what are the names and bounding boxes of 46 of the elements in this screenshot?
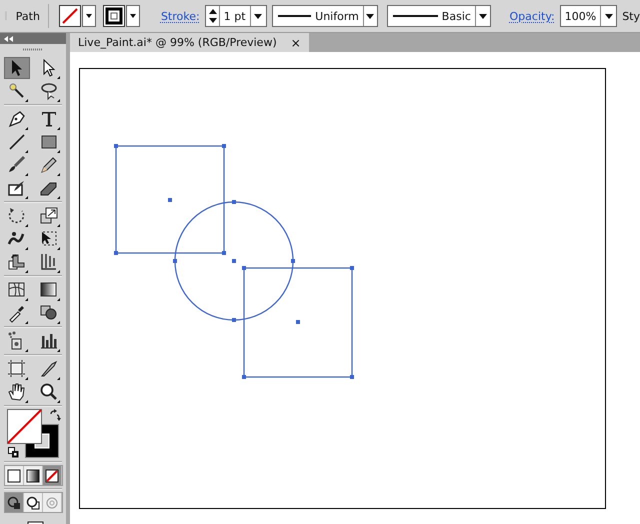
- gradient-swatch-icon: [24, 468, 40, 484]
- draw-normal-icon: [6, 494, 22, 510]
- close-tab-button[interactable]: ×: [290, 36, 301, 50]
- square-shape[interactable]: [114, 144, 226, 255]
- fill-none-swatch-icon[interactable]: [7, 409, 42, 444]
- rotate-icon: [6, 205, 28, 227]
- brush-dropdown[interactable]: Basic: [386, 5, 491, 27]
- fill-swatch-icon[interactable]: [58, 5, 81, 27]
- draw-behind-button[interactable]: [24, 493, 42, 512]
- caret-icon[interactable]: [126, 5, 140, 27]
- caret-icon[interactable]: [366, 14, 374, 18]
- stroke-weight-field[interactable]: 1 pt: [204, 5, 267, 27]
- grip-icon[interactable]: [23, 48, 43, 51]
- width-profile-dropdown[interactable]: Uniform: [272, 5, 378, 27]
- caret-icon[interactable]: [254, 14, 262, 18]
- color-mode-button[interactable]: [4, 466, 24, 485]
- slice-icon: [38, 358, 60, 380]
- default-colors-icon[interactable]: [8, 447, 19, 458]
- swap-arrows-icon[interactable]: [49, 409, 61, 421]
- none-mode-button[interactable]: [42, 466, 62, 485]
- selection-tool[interactable]: [4, 57, 30, 79]
- artboard-icon: [6, 358, 28, 380]
- stroke-link[interactable]: Stroke:: [160, 10, 200, 22]
- opacity-field[interactable]: 100%: [560, 5, 618, 27]
- draw-normal-button[interactable]: [4, 493, 24, 512]
- hand-icon: [6, 381, 28, 403]
- style-label: Sty: [622, 10, 640, 22]
- zoom-icon: [38, 381, 60, 403]
- gradient-mode-button[interactable]: [24, 466, 42, 485]
- color-swatch-icon: [6, 468, 22, 484]
- opacity-link[interactable]: Opacity:: [510, 10, 555, 22]
- square-shape[interactable]: [242, 266, 354, 379]
- paintbrush-icon: [6, 154, 28, 176]
- stroke-swatch-icon[interactable]: [102, 5, 125, 27]
- document-tab[interactable]: Live_Paint.ai* @ 99% (RGB/Preview) ×: [70, 33, 309, 52]
- circle-shape[interactable]: [173, 200, 295, 322]
- none-swatch-icon: [44, 468, 60, 484]
- selection-label: Path: [16, 10, 41, 22]
- caret-icon[interactable]: [478, 14, 487, 18]
- collapse-icon[interactable]: [4, 36, 13, 42]
- symbol-sprayer-icon: [6, 330, 28, 352]
- caret-icon[interactable]: [604, 14, 613, 18]
- caret-icon[interactable]: [82, 5, 96, 27]
- scale-icon: [38, 205, 60, 227]
- draw-behind-icon: [24, 494, 40, 510]
- draw-inside-icon: [44, 494, 60, 510]
